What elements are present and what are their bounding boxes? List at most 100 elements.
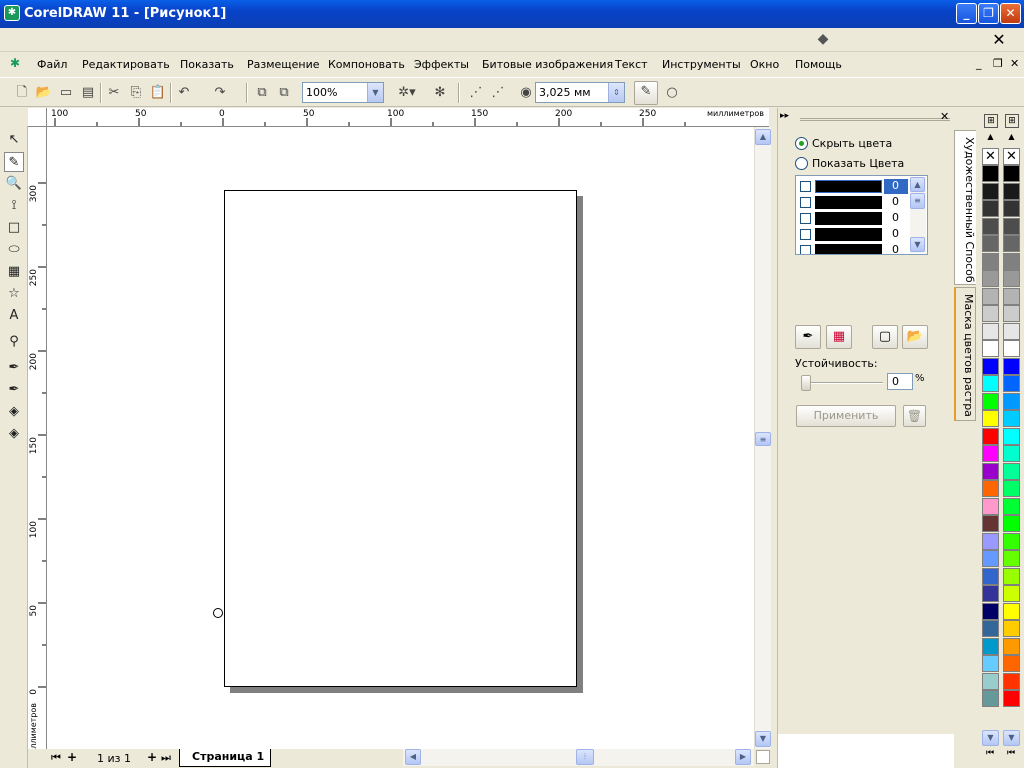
show-colors-radio[interactable]: [795, 157, 808, 170]
scroll-up-icon[interactable]: ▲: [755, 129, 771, 145]
menu-layout[interactable]: Размещение: [247, 58, 320, 71]
spinner-icon[interactable]: ⇕: [608, 83, 624, 102]
first-page-icon[interactable]: ⏮: [51, 751, 61, 765]
graph-paper-icon[interactable]: ▦: [4, 262, 24, 282]
color-swatch[interactable]: [1003, 392, 1020, 410]
freehand-tool-icon[interactable]: ✎: [634, 81, 658, 105]
color-swatch[interactable]: [1003, 655, 1020, 672]
palette-end-icon[interactable]: ⏮: [986, 748, 994, 758]
horizontal-ruler[interactable]: 100 50 0 50 100 150 200 250 миллиметров: [47, 108, 769, 127]
add-page-after-icon[interactable]: +: [147, 750, 157, 764]
color-swatch[interactable]: [1003, 410, 1020, 427]
slider-thumb[interactable]: [801, 375, 811, 391]
color-checkbox[interactable]: [800, 229, 811, 240]
color-swatch[interactable]: [1003, 235, 1020, 252]
scroll-thumb[interactable]: ≡: [755, 432, 771, 446]
palette-scroll-up-icon[interactable]: ▲: [982, 132, 999, 142]
app-launcher-icon[interactable]: ✲▾: [392, 83, 422, 103]
maximize-button[interactable]: ❐: [978, 3, 999, 24]
close-x-icon[interactable]: ✕: [985, 31, 1013, 49]
color-swatch[interactable]: [982, 340, 999, 357]
color-swatch[interactable]: [982, 532, 999, 550]
brush-disabled-icon[interactable]: ⋰: [488, 83, 508, 103]
view-navigator-icon[interactable]: [756, 750, 770, 764]
color-tolerance[interactable]: 0: [892, 211, 899, 224]
color-tolerance[interactable]: 0: [892, 243, 899, 256]
color-swatch[interactable]: [1003, 427, 1020, 445]
open-mask-button[interactable]: 📂: [902, 325, 928, 349]
color-tolerance[interactable]: 0: [892, 195, 899, 208]
color-swatch[interactable]: [982, 497, 999, 515]
import-icon[interactable]: ⧉: [252, 83, 272, 103]
vertical-ruler[interactable]: 300 250 200 150 100 50 0 миллиметров: [28, 127, 47, 749]
artistic-media-icon[interactable]: ✎: [4, 152, 24, 172]
scroll-thumb-h[interactable]: ⦙: [576, 749, 594, 765]
color-swatch[interactable]: [982, 620, 999, 637]
color-swatch[interactable]: [1003, 322, 1020, 340]
doc-close-icon[interactable]: ✕: [1010, 57, 1019, 70]
tolerance-slider[interactable]: [795, 372, 885, 396]
color-swatch[interactable]: [982, 462, 999, 480]
nudge-input[interactable]: 3,025 мм ⇕: [535, 82, 625, 103]
new-icon[interactable]: 🗋: [12, 83, 32, 103]
menu-tools[interactable]: Инструменты: [662, 58, 741, 71]
color-swatch[interactable]: [1003, 532, 1020, 550]
text-tool-icon[interactable]: A: [4, 306, 24, 326]
color-swatch[interactable]: [1003, 375, 1020, 392]
color-swatch[interactable]: [1003, 200, 1020, 217]
doc-restore-icon[interactable]: ❐: [993, 57, 1003, 70]
cut-icon[interactable]: ✂: [104, 83, 124, 103]
eyedropper-button[interactable]: ✒: [795, 325, 821, 349]
palette-menu-icon[interactable]: ⊞: [984, 114, 998, 128]
color-swatch[interactable]: [1003, 305, 1020, 322]
color-swatch[interactable]: [815, 196, 882, 209]
shape-tool-icon[interactable]: ⟟: [4, 196, 24, 216]
eyedropper-icon[interactable]: ✒: [4, 358, 24, 378]
add-page-icon[interactable]: +: [67, 750, 77, 764]
color-swatch[interactable]: [815, 244, 882, 254]
color-swatch[interactable]: [982, 252, 999, 270]
scroll-down-icon[interactable]: ▼: [910, 237, 925, 252]
color-swatch[interactable]: [1003, 550, 1020, 567]
drawing-canvas[interactable]: [47, 127, 754, 749]
menu-arrange[interactable]: Компоновать: [328, 58, 405, 71]
page[interactable]: [224, 190, 577, 687]
scroll-left-icon[interactable]: ◀: [405, 749, 421, 765]
rectangle-tool-icon[interactable]: □: [4, 218, 24, 238]
color-swatch[interactable]: [1003, 567, 1020, 585]
color-checkbox[interactable]: [800, 181, 811, 192]
color-swatch[interactable]: [982, 515, 999, 532]
color-swatch[interactable]: [982, 217, 999, 235]
open-icon[interactable]: 📂: [34, 83, 54, 103]
pick-tool-icon[interactable]: ↖: [4, 130, 24, 150]
palette-menu-icon[interactable]: ⊞: [1005, 114, 1019, 128]
color-swatch[interactable]: [982, 585, 999, 602]
scroll-down-icon[interactable]: ▼: [755, 731, 771, 747]
scroll-up-icon[interactable]: ▲: [910, 177, 925, 192]
doc-minimize-icon[interactable]: _: [976, 57, 982, 70]
edit-color-button[interactable]: ▦: [826, 325, 852, 349]
undo-icon[interactable]: ↶: [174, 83, 194, 103]
color-swatch[interactable]: [982, 182, 999, 200]
hide-colors-radio[interactable]: [795, 137, 808, 150]
close-button[interactable]: ✕: [1000, 3, 1021, 24]
zoom-combo[interactable]: 100% ▼: [302, 82, 384, 103]
color-swatch[interactable]: [1003, 637, 1020, 655]
color-swatch[interactable]: [982, 602, 999, 620]
color-tolerance[interactable]: 0: [884, 179, 908, 194]
interactive-fill-icon[interactable]: ◈: [4, 424, 24, 444]
no-color-swatch[interactable]: ✕: [982, 148, 999, 165]
color-swatch[interactable]: [1003, 672, 1020, 690]
zoom-tool-icon[interactable]: 🔍: [4, 174, 24, 194]
color-swatch[interactable]: [982, 567, 999, 585]
color-swatch[interactable]: [982, 445, 999, 462]
color-swatch[interactable]: [982, 672, 999, 690]
docker-expand-icon[interactable]: ▸▸: [780, 111, 789, 121]
palette-scroll-down-icon[interactable]: ▼: [982, 730, 999, 746]
color-swatch[interactable]: [815, 212, 882, 225]
color-swatch[interactable]: [1003, 287, 1020, 305]
color-swatch[interactable]: [1003, 340, 1020, 357]
page-tab[interactable]: Страница 1: [179, 749, 271, 767]
color-swatch[interactable]: [982, 200, 999, 217]
color-swatch[interactable]: [982, 287, 999, 305]
